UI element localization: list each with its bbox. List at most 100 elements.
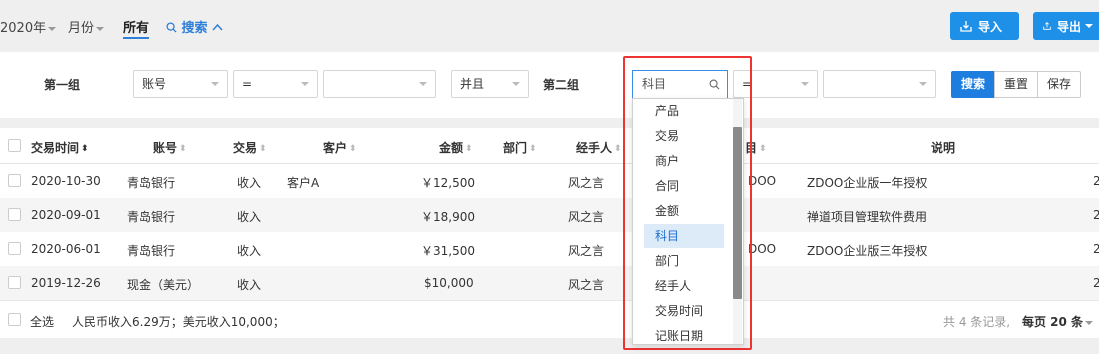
search-toggle-label: 搜索 [181, 21, 208, 36]
col-customer[interactable]: 客户 ⬍ [323, 139, 357, 156]
table-row[interactable]: 2020-10-30 青岛银行 收入 客户A ￥12,500 风之言 DOO Z… [0, 164, 1099, 198]
menu-item-trade-time[interactable]: 交易时间 [644, 299, 724, 323]
cell-handler: 风之言 [568, 244, 605, 258]
top-bar: 2020年 月份 所有 搜索 导入 导出 [0, 0, 1099, 52]
import-label: 导入 [978, 19, 1003, 34]
cell-handler: 风之言 [568, 176, 605, 190]
logic-select[interactable]: 并且 [451, 70, 529, 98]
cell-desc: 禅道项目管理软件费用 [807, 210, 928, 224]
row-checkbox[interactable] [8, 208, 21, 221]
export-icon [1043, 22, 1051, 30]
chevron-down-icon [801, 82, 809, 86]
row-checkbox[interactable] [8, 276, 21, 289]
menu-item-amount[interactable]: 金额 [644, 199, 724, 223]
group2-field-value: 科目 [642, 77, 667, 91]
cell-amount: $10,000 [424, 276, 474, 290]
menu-item-booking-date[interactable]: 记账日期 [644, 324, 724, 344]
table-row[interactable]: 2020-09-01 青岛银行 收入 ￥18,900 风之言 禅道项目管理软件费… [0, 198, 1099, 232]
cell-account: 现金（美元） [127, 278, 200, 292]
col-trade-label: 交易 [233, 141, 258, 155]
group2-value-select[interactable] [823, 70, 936, 98]
col-dept[interactable]: 部门 ⬍ [503, 139, 537, 156]
group2-label: 第二组 [543, 78, 580, 92]
col-desc: 说明 [931, 141, 956, 155]
select-all-label[interactable]: 全选 [30, 313, 54, 330]
chevron-down-icon [211, 82, 219, 86]
cell-last: 2 [1093, 208, 1099, 222]
header-checkbox[interactable] [8, 139, 21, 152]
field-dropdown-menu: 产品 交易 商户 合同 金额 科目 部门 经手人 交易时间 记账日期 [632, 98, 744, 345]
col-handler[interactable]: 经手人 ⬍ [576, 139, 622, 156]
row-checkbox[interactable] [8, 174, 21, 187]
col-amount-label: 金额 [439, 141, 464, 155]
year-filter[interactable]: 2020年 [0, 17, 57, 36]
search-button[interactable]: 搜索 [951, 71, 996, 98]
cell-trade: 收入 [237, 244, 262, 258]
tab-all[interactable]: 所有 [123, 17, 149, 36]
cell-account: 青岛银行 [127, 210, 176, 224]
sort-icon: ⬍ [349, 144, 357, 154]
menu-item-merchant[interactable]: 商户 [644, 149, 724, 173]
group1-field-value: 账号 [142, 77, 167, 91]
cell-amount: ￥12,500 [421, 176, 475, 190]
export-button[interactable]: 导出 [1033, 12, 1099, 40]
col-date-label: 交易时间 [31, 141, 80, 155]
table-row[interactable]: 2020-06-01 青岛银行 收入 ￥31,500 风之言 DOO ZDOO企… [0, 232, 1099, 266]
menu-item-product[interactable]: 产品 [644, 99, 724, 123]
record-count: 共 4 条记录, [943, 315, 1011, 329]
group2-field-select[interactable]: 科目 [632, 70, 728, 99]
col-amount[interactable]: 金额 ⬍ [439, 139, 473, 156]
sort-icon: ⬍ [614, 144, 622, 154]
col-trade[interactable]: 交易 ⬍ [233, 139, 267, 156]
menu-scrollbar-thumb[interactable] [733, 127, 742, 299]
chevron-down-icon [512, 82, 520, 86]
col-account[interactable]: 账号 ⬍ [153, 139, 187, 156]
cell-last: 2 [1093, 174, 1099, 188]
page-size-select[interactable]: 每页 20 条 [1022, 313, 1094, 330]
table-header: 交易时间 ⬍ 账号 ⬍ 交易 ⬍ 客户 ⬍ 金额 ⬍ 部门 ⬍ 经手人 ⬍ 目 ⬍ 说明 [0, 128, 1099, 164]
search-action-buttons: 搜索 重置 保存 [951, 71, 1082, 98]
cell-amount: ￥18,900 [421, 210, 475, 224]
group1-operator-value: = [242, 77, 253, 91]
chevron-down-icon [48, 26, 57, 31]
cell-desc: ZDOO企业版三年授权 [807, 244, 928, 258]
chevron-down-icon [96, 26, 105, 31]
menu-item-handler[interactable]: 经手人 [644, 274, 724, 298]
menu-item-contract[interactable]: 合同 [644, 174, 724, 198]
month-filter[interactable]: 月份 [68, 17, 105, 36]
cell-handler: 风之言 [568, 210, 605, 224]
menu-item-subject[interactable]: 科目 [644, 224, 724, 248]
search-panel: 第一组 账号 = 并且 第二组 = 搜索 重置 保存 [0, 52, 1099, 118]
active-tab-indicator [123, 37, 149, 39]
cell-last: 2 [1093, 242, 1099, 256]
chevron-down-icon [1085, 320, 1094, 325]
group1-operator-select[interactable]: = [233, 70, 318, 98]
import-button[interactable]: 导入 [950, 12, 1019, 40]
col-date[interactable]: 交易时间 ⬍ [31, 139, 89, 156]
table-footer: 全选 人民币收入6.29万；美元收入10,000； 共 4 条记录, 每页 20… [0, 300, 1099, 338]
group1-field-select[interactable]: 账号 [133, 70, 228, 98]
table-row[interactable]: 2019-12-26 现金（美元） 收入 $10,000 风之言 2 [0, 266, 1099, 300]
cell-trade: 收入 [237, 176, 262, 190]
select-all-checkbox[interactable] [8, 313, 21, 326]
col-handler-label: 经手人 [576, 141, 613, 155]
menu-item-dept[interactable]: 部门 [644, 249, 724, 273]
sort-icon: ⬍ [259, 144, 267, 154]
search-toggle[interactable]: 搜索 [166, 17, 223, 36]
save-button[interactable]: 保存 [1037, 71, 1082, 98]
cell-account: 青岛银行 [127, 176, 176, 190]
logic-value: 并且 [460, 77, 485, 91]
cell-last: 2 [1093, 276, 1099, 290]
search-icon [166, 22, 177, 33]
transactions-table: 交易时间 ⬍ 账号 ⬍ 交易 ⬍ 客户 ⬍ 金额 ⬍ 部门 ⬍ 经手人 ⬍ 目 ⬍ 说明 202… [0, 128, 1099, 300]
group1-value-select[interactable] [323, 70, 436, 98]
cell-account: 青岛银行 [127, 244, 176, 258]
col-customer-label: 客户 [323, 141, 348, 155]
income-summary: 人民币收入6.29万；美元收入10,000； [72, 315, 285, 329]
sort-icon: ⬍ [179, 144, 187, 154]
row-checkbox[interactable] [8, 242, 21, 255]
reset-button[interactable]: 重置 [994, 71, 1039, 98]
page-size-label: 每页 20 条 [1022, 315, 1084, 329]
menu-item-trade[interactable]: 交易 [644, 124, 724, 148]
chevron-up-icon [212, 23, 223, 31]
